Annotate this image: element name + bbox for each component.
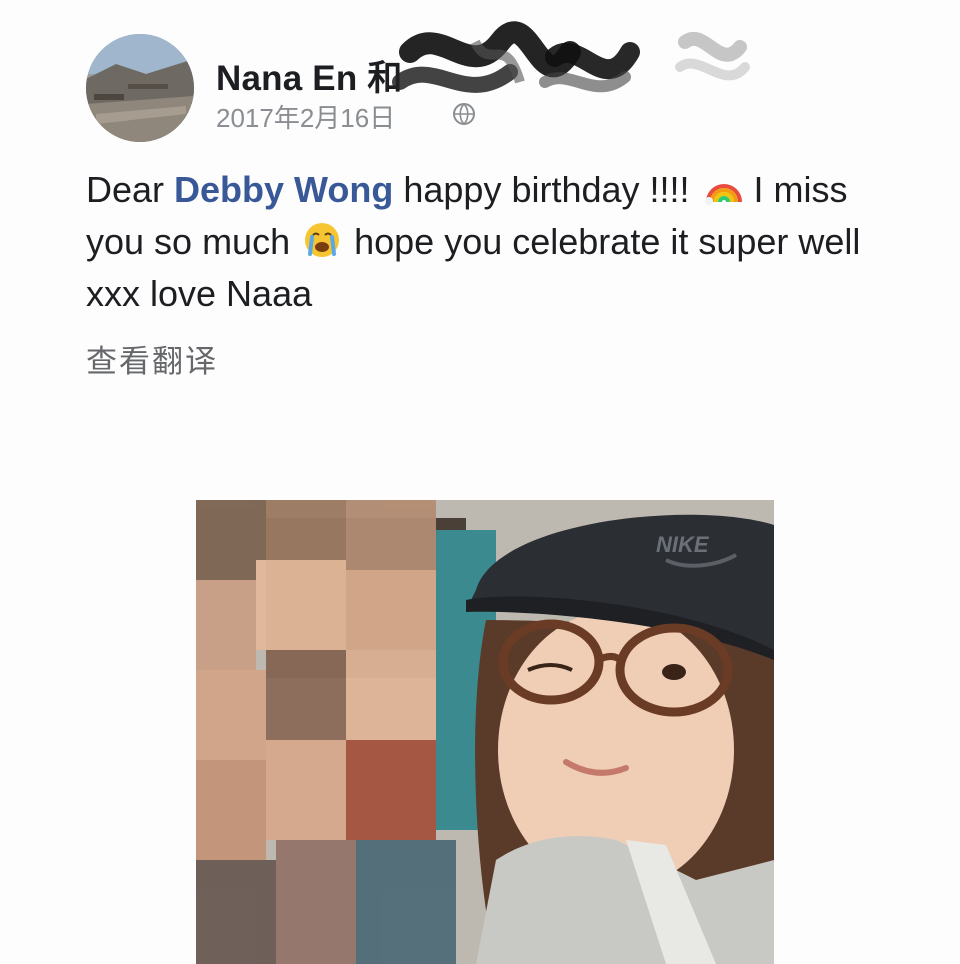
photo-image: NIKE bbox=[196, 500, 774, 964]
avatar-image bbox=[86, 34, 194, 142]
rainbow-emoji bbox=[704, 184, 742, 205]
post-date[interactable]: 2017年2月16日 bbox=[216, 98, 395, 135]
see-translation-link[interactable]: 查看翻译 bbox=[86, 336, 218, 381]
mention-link[interactable]: Debby Wong bbox=[174, 169, 393, 210]
message-text-birthday: happy birthday !!!! bbox=[393, 169, 700, 210]
post-message: Dear Debby Wong happy birthday !!!! I mi… bbox=[86, 164, 886, 320]
message-text-start: Dear bbox=[86, 169, 175, 210]
cap-logo-text: NIKE bbox=[656, 532, 710, 557]
post-photo[interactable]: NIKE bbox=[196, 500, 774, 964]
author-name[interactable]: Nana En 和 bbox=[216, 50, 403, 101]
crying-face-emoji bbox=[305, 223, 340, 257]
facebook-post: Nana En 和 2017年2月16日 Dear Debby Wong hap… bbox=[0, 0, 960, 964]
globe-icon bbox=[453, 103, 475, 125]
author-avatar[interactable] bbox=[86, 34, 194, 142]
redaction-scribble bbox=[392, 21, 750, 93]
